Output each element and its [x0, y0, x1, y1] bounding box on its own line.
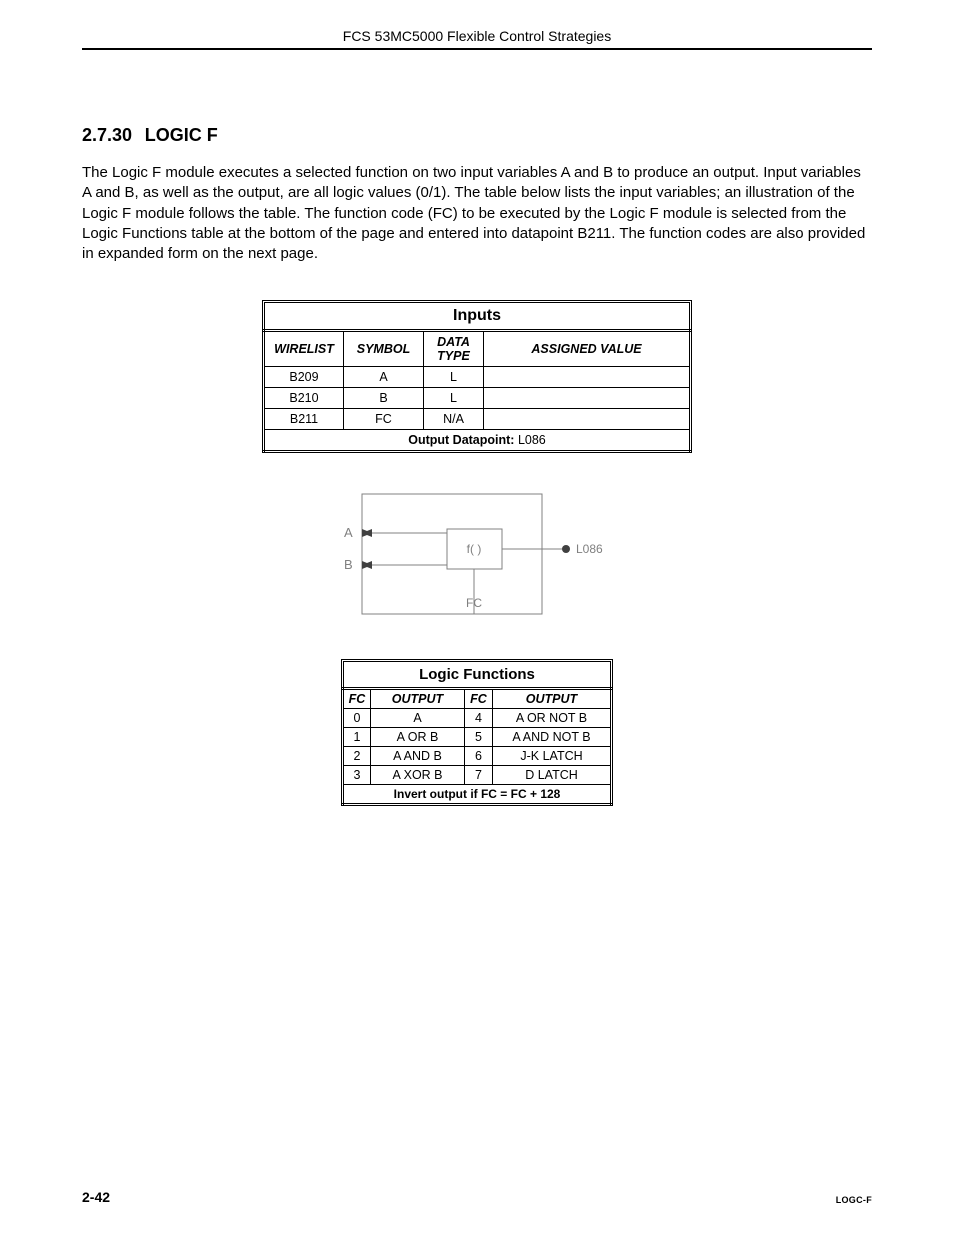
cell-assigned	[484, 388, 691, 409]
col-datatype: DATA TYPE	[424, 331, 484, 367]
lf-fc: 3	[343, 766, 371, 785]
lf-fc: 1	[343, 728, 371, 747]
lf-fc: 2	[343, 747, 371, 766]
running-header: FCS 53MC5000 Flexible Control Strategies	[82, 28, 872, 50]
input-b-label: B	[344, 557, 353, 572]
col-symbol: SYMBOL	[344, 331, 424, 367]
cell-wirelist: B210	[264, 388, 344, 409]
logic-diagram: f( ) A B FC L086	[82, 489, 872, 619]
input-a-label: A	[344, 525, 353, 540]
lf-fc: 0	[343, 709, 371, 728]
table-row: 2 A AND B 6 J-K LATCH	[343, 747, 612, 766]
lf-out: A AND NOT B	[493, 728, 612, 747]
logic-functions-wrap: Logic Functions FC OUTPUT FC OUTPUT 0 A …	[82, 659, 872, 806]
lf-fc: 4	[465, 709, 493, 728]
lf-col-out1: OUTPUT	[371, 689, 465, 709]
table-row: B211 FC N/A	[264, 409, 691, 430]
lf-out: A OR B	[371, 728, 465, 747]
section-body: The Logic F module executes a selected f…	[82, 163, 872, 264]
lf-out: A OR NOT B	[493, 709, 612, 728]
lf-col-out2: OUTPUT	[493, 689, 612, 709]
output-value: L086	[518, 433, 546, 447]
section-number: 2.7.30	[82, 125, 132, 145]
section-title: LOGIC F	[145, 125, 218, 145]
footer-code: LOGC-F	[836, 1195, 872, 1205]
table-row: B210 B L	[264, 388, 691, 409]
lf-fc: 6	[465, 747, 493, 766]
page-footer: 2-42 LOGC-F	[82, 1189, 872, 1205]
lf-col-fc2: FC	[465, 689, 493, 709]
inputs-table-title: Inputs	[262, 300, 692, 329]
logic-functions-table: Logic Functions FC OUTPUT FC OUTPUT 0 A …	[341, 659, 613, 806]
lf-out: D LATCH	[493, 766, 612, 785]
cell-datatype: L	[424, 388, 484, 409]
section-heading: 2.7.30 LOGIC F	[82, 120, 872, 148]
output-label: Output Datapoint:	[408, 433, 514, 447]
page: FCS 53MC5000 Flexible Control Strategies…	[0, 0, 954, 1235]
inputs-header-row: WIRELIST SYMBOL DATA TYPE ASSIGNED VALUE	[264, 331, 691, 367]
lf-out: A AND B	[371, 747, 465, 766]
cell-assigned	[484, 409, 691, 430]
page-number: 2-42	[82, 1189, 110, 1205]
col-wirelist: WIRELIST	[264, 331, 344, 367]
table-row: 3 A XOR B 7 D LATCH	[343, 766, 612, 785]
cell-symbol: FC	[344, 409, 424, 430]
col-assigned: ASSIGNED VALUE	[484, 331, 691, 367]
inputs-table: Inputs WIRELIST SYMBOL DATA TYPE ASSIGNE…	[262, 300, 692, 453]
table-row: 0 A 4 A OR NOT B	[343, 709, 612, 728]
inputs-table-wrap: Inputs WIRELIST SYMBOL DATA TYPE ASSIGNE…	[82, 300, 872, 453]
cell-wirelist: B209	[264, 367, 344, 388]
lf-header-row: FC OUTPUT FC OUTPUT	[343, 689, 612, 709]
logic-functions-title: Logic Functions	[341, 659, 613, 687]
cell-symbol: A	[344, 367, 424, 388]
lf-out: A XOR B	[371, 766, 465, 785]
lf-col-fc1: FC	[343, 689, 371, 709]
cell-wirelist: B211	[264, 409, 344, 430]
cell-datatype: L	[424, 367, 484, 388]
output-label-svg: L086	[576, 542, 603, 556]
lf-note-row: Invert output if FC = FC + 128	[343, 785, 612, 805]
cell-assigned	[484, 367, 691, 388]
cell-datatype: N/A	[424, 409, 484, 430]
table-row: 1 A OR B 5 A AND NOT B	[343, 728, 612, 747]
lf-out: J-K LATCH	[493, 747, 612, 766]
func-label: f( )	[467, 542, 482, 556]
output-datapoint-row: Output Datapoint: L086	[264, 430, 691, 452]
table-row: B209 A L	[264, 367, 691, 388]
lf-fc: 7	[465, 766, 493, 785]
cell-symbol: B	[344, 388, 424, 409]
lf-out: A	[371, 709, 465, 728]
lf-fc: 5	[465, 728, 493, 747]
fc-label: FC	[466, 596, 482, 610]
logic-diagram-svg: f( ) A B FC L086	[332, 489, 622, 619]
lf-note: Invert output if FC = FC + 128	[343, 785, 612, 805]
